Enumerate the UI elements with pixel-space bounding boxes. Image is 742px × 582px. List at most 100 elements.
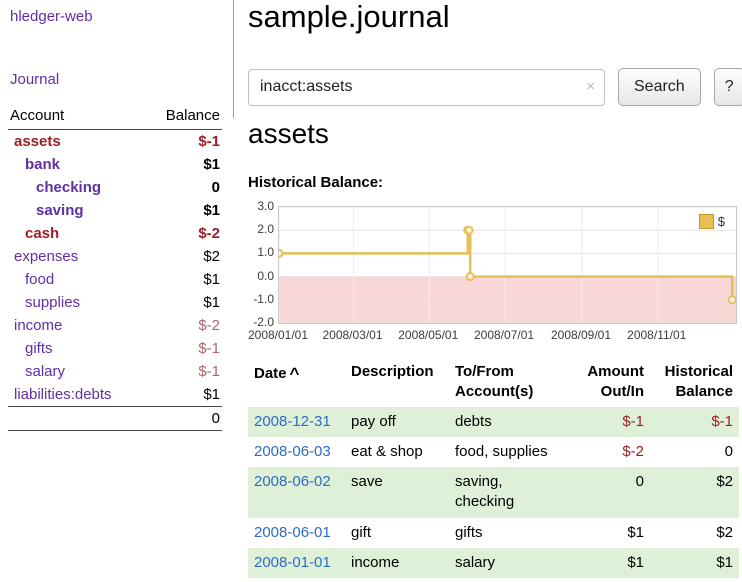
account-balance: $-1	[198, 340, 220, 357]
date-header-label: Date	[254, 365, 287, 382]
chart-title: Historical Balance:	[248, 174, 383, 191]
column-header-description: Description	[345, 358, 449, 407]
account-row: expenses$2	[8, 245, 222, 268]
date-link[interactable]: 2008-01-01	[254, 554, 331, 571]
description-cell: save	[345, 467, 449, 518]
y-axis-tick-label: 1.0	[248, 245, 274, 259]
app-title-link[interactable]: hledger-web	[10, 8, 93, 25]
account-balance: $1	[203, 271, 220, 288]
date-link[interactable]: 2008-06-02	[254, 473, 331, 490]
chart-legend: $	[695, 213, 729, 230]
clear-search-icon[interactable]: ×	[586, 78, 595, 95]
x-axis: 2008/01/012008/03/012008/05/012008/07/01…	[278, 328, 735, 343]
date-cell: 2008-06-01	[248, 518, 345, 548]
sidebar-account-link[interactable]: expenses	[10, 248, 78, 265]
sidebar-account-link[interactable]: liabilities:debts	[10, 386, 112, 403]
accounts-header-row: Account Balance	[8, 104, 222, 130]
account-balance: $-2	[198, 317, 220, 334]
column-header-date[interactable]: Date^	[248, 358, 345, 407]
register-row: 2008-12-31pay offdebts$-1$-1	[248, 407, 739, 437]
sidebar-account-link[interactable]: bank	[10, 156, 60, 173]
legend-swatch-icon	[699, 214, 714, 229]
date-cell: 2008-12-31	[248, 407, 345, 437]
main-content: sample.journal × Search ? assets Histori…	[248, 0, 739, 582]
account-balance: $1	[203, 294, 220, 311]
sidebar-account-link[interactable]: income	[10, 317, 62, 334]
accounts-header-balance: Balance	[166, 107, 220, 124]
amount-cell: $-2	[575, 437, 650, 467]
page-title: sample.journal	[248, 0, 450, 34]
account-row: supplies $1	[8, 291, 222, 314]
account-row: income $-2	[8, 314, 222, 337]
balance-cell: $-1	[650, 407, 739, 437]
y-axis-tick-label: 2.0	[248, 222, 274, 236]
y-axis: 3.02.01.00.0-1.0-2.0	[248, 206, 274, 322]
search-input[interactable]	[248, 69, 605, 106]
account-row: cash $-2	[8, 222, 222, 245]
help-button[interactable]: ?	[714, 68, 742, 106]
sidebar-account-link[interactable]: saving	[10, 202, 84, 219]
description-cell: income	[345, 548, 449, 578]
tofrom-cell: food, supplies	[449, 437, 575, 467]
sidebar: hledger-web Journal Account Balance asse…	[0, 0, 233, 582]
hledger-web-app: hledger-web Journal Account Balance asse…	[0, 0, 742, 582]
x-axis-tick-label: 2008/03/01	[322, 328, 382, 342]
x-axis-tick-label: 2008/05/01	[398, 328, 458, 342]
amount-cell: 0	[575, 467, 650, 518]
account-row: food $1	[8, 268, 222, 291]
amount-cell: $1	[575, 518, 650, 548]
register-row: 2008-06-01giftgifts$1$2	[248, 518, 739, 548]
account-row: checking 0	[8, 176, 222, 199]
account-row: saving $1	[8, 199, 222, 222]
sidebar-account-link[interactable]: salary	[10, 363, 65, 380]
account-row: gifts $-1	[8, 337, 222, 360]
balance-cell: 0	[650, 437, 739, 467]
account-balance: $-1	[198, 133, 220, 150]
column-header-balance: Historical Balance	[650, 358, 739, 407]
register-row: 2008-06-03eat & shopfood, supplies$-20	[248, 437, 739, 467]
sidebar-divider	[233, 0, 234, 118]
sidebar-account-link[interactable]: checking	[10, 179, 101, 196]
register-row: 2008-06-02 savesaving, checking0$2	[248, 467, 739, 518]
legend-label: $	[718, 214, 725, 229]
account-row: assets $-1	[8, 130, 222, 153]
sidebar-account-link[interactable]: assets	[10, 133, 61, 150]
search-form: × Search ?	[248, 68, 742, 106]
y-axis-tick-label: 0.0	[248, 269, 274, 283]
account-balance: 0	[212, 179, 220, 196]
tofrom-cell: salary	[449, 548, 575, 578]
date-link[interactable]: 2008-06-03	[254, 443, 331, 460]
x-axis-tick-label: 2008/01/01	[248, 328, 308, 342]
balance-chart: 3.02.01.00.0-1.0-2.0 $ 2008/01/012008/03…	[248, 200, 739, 345]
date-link[interactable]: 2008-12-31	[254, 413, 331, 430]
balance-cell: $2	[650, 467, 739, 518]
total-balance: 0	[212, 410, 220, 427]
account-balance: $-2	[198, 225, 220, 242]
accounts-header-account: Account	[10, 107, 64, 124]
sidebar-account-link[interactable]: supplies	[10, 294, 80, 311]
chart-plot-area: $	[278, 206, 737, 324]
account-balance: $1	[203, 202, 220, 219]
accounts-total-row: 0	[8, 406, 222, 431]
column-header-tofrom: To/From Account(s)	[449, 358, 575, 407]
tofrom-cell: gifts	[449, 518, 575, 548]
sidebar-account-link[interactable]: food	[10, 271, 54, 288]
tofrom-cell: saving, checking	[449, 467, 575, 518]
register-table: Date^ Description To/From Account(s) Amo…	[248, 358, 739, 578]
y-axis-tick-label: -2.0	[248, 315, 274, 329]
sidebar-item-journal[interactable]: Journal	[10, 71, 59, 88]
register-row: 2008-01-01incomesalary$1$1	[248, 548, 739, 578]
sidebar-account-link[interactable]: gifts	[10, 340, 53, 357]
amount-cell: $1	[575, 548, 650, 578]
date-cell: 2008-01-01	[248, 548, 345, 578]
date-cell: 2008-06-02	[248, 467, 345, 518]
account-row: liabilities:debts$1	[8, 383, 222, 406]
account-balance: $-1	[198, 363, 220, 380]
account-row: bank$1	[8, 153, 222, 176]
accounts-panel: Account Balance assets$-1bank$1checking0…	[8, 104, 222, 431]
sidebar-account-link[interactable]: cash	[10, 225, 59, 242]
description-cell: pay off	[345, 407, 449, 437]
column-header-amount: Amount Out/In	[575, 358, 650, 407]
date-link[interactable]: 2008-06-01	[254, 524, 331, 541]
search-button[interactable]: Search	[618, 68, 701, 106]
